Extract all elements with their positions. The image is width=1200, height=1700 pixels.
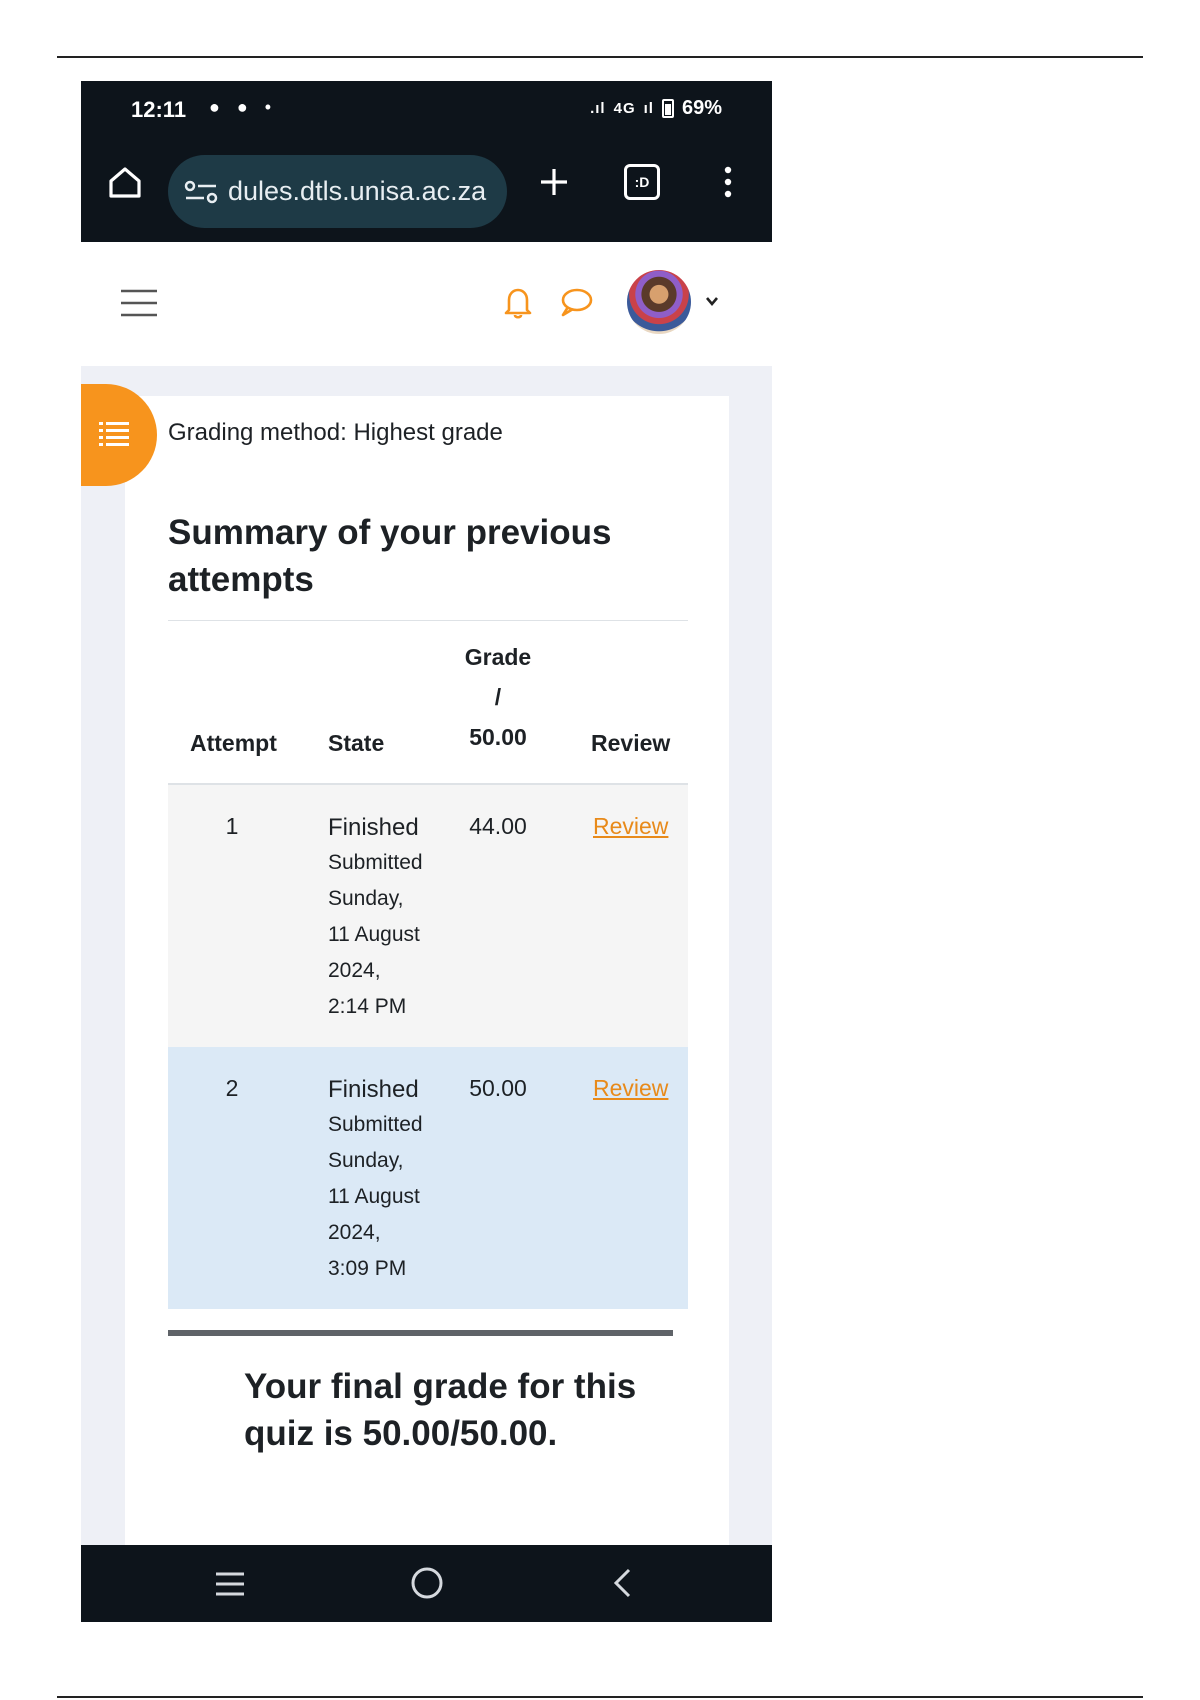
- tab-switcher-button[interactable]: :D: [624, 164, 660, 200]
- url-text: dules.dtls.unisa.ac.za: [228, 176, 487, 206]
- grading-method: Grading method: Highest grade: [168, 419, 503, 446]
- summary-heading: Summary of your previous attempts: [168, 513, 612, 599]
- home-icon[interactable]: [103, 160, 147, 204]
- notification-icons: ● ● •: [209, 97, 278, 117]
- column-header-review: Review: [591, 730, 671, 756]
- submitted-info: Submitted Sunday, 11 August 2024, 2:14 P…: [328, 845, 458, 1025]
- table-header: Attempt State Grade / 50.00 Review: [168, 621, 688, 785]
- review-link[interactable]: Review: [593, 813, 668, 840]
- android-navigation-bar: [81, 1545, 772, 1622]
- battery-level: 69%: [681, 97, 722, 119]
- attempts-table: Attempt State Grade / 50.00 Review 1 Fin…: [168, 621, 688, 1309]
- battery-icon: [661, 99, 674, 118]
- submitted-line: Sunday,: [328, 1149, 404, 1172]
- status-bar: 12:11 ● ● • .ıl 4G ıl 69%: [81, 81, 772, 142]
- attempt-state: Finished Submitted Sunday, 11 August 202…: [328, 1075, 458, 1287]
- state-label: Finished: [328, 814, 419, 841]
- submitted-line: 11 August: [328, 923, 420, 946]
- more-options-icon[interactable]: [718, 160, 738, 204]
- submitted-line: 2:14 PM: [328, 995, 407, 1018]
- hamburger-menu-icon[interactable]: [121, 288, 157, 318]
- new-tab-icon[interactable]: [532, 160, 576, 204]
- back-icon[interactable]: [611, 1567, 635, 1599]
- column-header-grade: Grade / 50.00: [458, 637, 538, 757]
- attempt-number: 1: [225, 813, 239, 839]
- table-row: 1 Finished Submitted Sunday, 11 August 2…: [168, 785, 688, 1047]
- submitted-line: 2024,: [328, 959, 381, 982]
- grade-header-line1: Grade: [464, 644, 532, 670]
- messages-icon[interactable]: [559, 287, 593, 319]
- grade-header-line3: 50.00: [469, 724, 527, 750]
- chevron-down-icon[interactable]: [704, 294, 720, 308]
- avatar[interactable]: [627, 270, 691, 334]
- status-time: 12:11: [131, 97, 187, 122]
- submitted-line: 2024,: [328, 1221, 381, 1244]
- recent-apps-icon[interactable]: [214, 1569, 246, 1599]
- column-header-attempt: Attempt: [190, 730, 277, 756]
- network-type: 4G: [613, 100, 636, 117]
- final-grade: Your final grade for this quiz is 50.00/…: [244, 1367, 637, 1453]
- bell-icon[interactable]: [503, 285, 533, 319]
- attempt-grade: 44.00: [469, 813, 527, 839]
- signal-icon: .ıl: [590, 100, 606, 117]
- attempt-state: Finished Submitted Sunday, 11 August 202…: [328, 813, 458, 1025]
- site-header: [81, 242, 772, 366]
- page-bottom-rule: [57, 1696, 1143, 1698]
- submitted-line: 11 August: [328, 1185, 420, 1208]
- home-nav-icon[interactable]: [410, 1566, 444, 1600]
- site-settings-icon[interactable]: [182, 177, 222, 207]
- page-top-rule: [57, 56, 1143, 58]
- column-header-state: State: [328, 730, 385, 756]
- table-row: 2 Finished Submitted Sunday, 11 August 2…: [168, 1047, 688, 1309]
- signal-icon-2: ıl: [643, 100, 654, 117]
- address-bar[interactable]: dules.dtls.unisa.ac.za: [168, 155, 507, 228]
- submitted-info: Submitted Sunday, 11 August 2024, 3:09 P…: [328, 1107, 458, 1287]
- state-label: Finished: [328, 1076, 419, 1103]
- attempt-grade: 50.00: [469, 1075, 527, 1101]
- grade-header-line2: /: [494, 684, 502, 710]
- list-icon: [99, 422, 129, 446]
- submitted-line: 3:09 PM: [328, 1257, 407, 1280]
- final-grade-divider: [168, 1330, 673, 1336]
- browser-toolbar: dules.dtls.unisa.ac.za :D: [81, 142, 772, 242]
- submitted-line: Submitted: [328, 851, 423, 874]
- review-link[interactable]: Review: [593, 1075, 668, 1102]
- submitted-line: Submitted: [328, 1113, 423, 1136]
- attempt-number: 2: [225, 1075, 239, 1101]
- status-indicators: .ıl 4G ıl 69%: [590, 97, 722, 120]
- phone-screen: 12:11 ● ● • .ıl 4G ıl 69% dules.dtls.uni…: [81, 81, 772, 1622]
- submitted-line: Sunday,: [328, 887, 404, 910]
